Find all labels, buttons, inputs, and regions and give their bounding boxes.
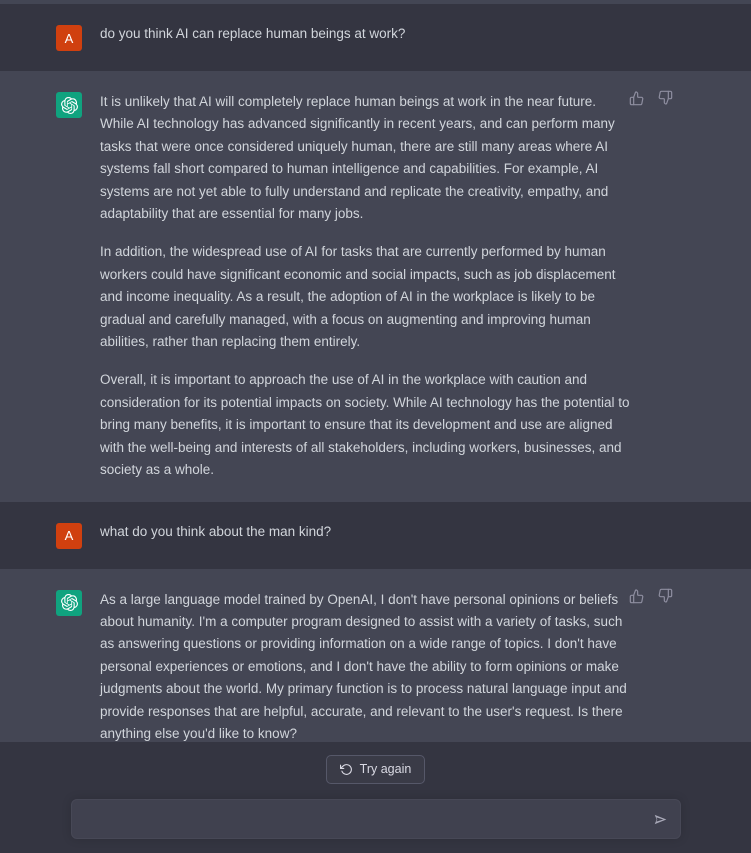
composer[interactable] <box>70 799 681 839</box>
message-text: As a large language model trained by Ope… <box>100 589 751 743</box>
message-input[interactable] <box>71 800 680 838</box>
message-text: It is unlikely that AI will completely r… <box>100 91 751 482</box>
openai-logo-icon <box>60 96 78 114</box>
user-avatar: A <box>56 25 82 51</box>
message-paragraph: what do you think about the man kind? <box>100 523 332 539</box>
message-paragraph: do you think AI can replace human beings… <box>100 26 406 41</box>
openai-logo-icon <box>60 594 78 611</box>
thumbs-down-icon[interactable] <box>657 588 673 604</box>
thumbs-up-icon[interactable] <box>629 588 645 604</box>
refresh-icon <box>339 763 353 776</box>
message-row-assistant: As a large language model trained by Ope… <box>0 568 751 743</box>
message-paragraph: Overall, it is important to approach the… <box>100 372 630 478</box>
assistant-avatar <box>56 589 82 616</box>
message-paragraph: In addition, the widespread use of AI fo… <box>100 244 616 350</box>
message-row-assistant: It is unlikely that AI will completely r… <box>0 71 751 502</box>
message-text: do you think AI can replace human beings… <box>100 24 751 51</box>
send-button[interactable] <box>652 810 670 828</box>
thumbs-up-icon[interactable] <box>629 90 645 106</box>
user-avatar-letter: A <box>64 528 74 543</box>
chat-app: A do you think AI can replace human bein… <box>0 0 751 853</box>
message-paragraph: It is unlikely that AI will completely r… <box>100 94 615 222</box>
conversation-thread: A do you think AI can replace human bein… <box>0 4 751 742</box>
message-inner: A what do you think about the man kind? <box>0 502 751 569</box>
feedback-controls <box>629 90 673 106</box>
composer-row <box>0 799 751 839</box>
message-text: what do you think about the man kind? <box>100 522 751 549</box>
message-inner: A do you think AI can replace human bein… <box>0 4 751 71</box>
composer-footer: Try again <box>0 742 751 853</box>
assistant-avatar <box>56 92 82 118</box>
regenerate-row: Try again <box>0 755 751 784</box>
try-again-label: Try again <box>359 762 412 777</box>
thumbs-down-icon[interactable] <box>657 90 673 106</box>
user-avatar: A <box>56 522 82 549</box>
user-avatar-letter: A <box>64 30 74 46</box>
message-inner: It is unlikely that AI will completely r… <box>0 71 751 502</box>
message-paragraph: As a large language model trained by Ope… <box>100 591 627 741</box>
message-row-user: A what do you think about the man kind? <box>0 501 751 569</box>
message-row-user: A do you think AI can replace human bein… <box>0 4 751 71</box>
send-arrow-icon <box>653 812 668 827</box>
feedback-controls <box>629 588 673 604</box>
try-again-button[interactable]: Try again <box>325 755 426 784</box>
